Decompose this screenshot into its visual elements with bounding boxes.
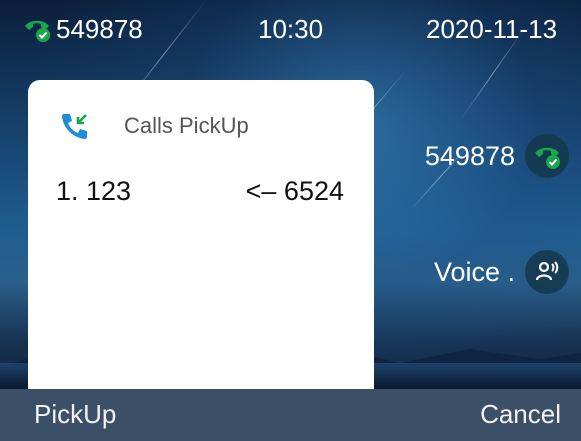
status-extension: 549878 xyxy=(22,14,143,44)
extension-number: 549878 xyxy=(56,14,143,44)
registered-phone-icon xyxy=(25,20,50,42)
popup-header: Calls PickUp xyxy=(58,110,249,142)
line-key-icon-circle xyxy=(525,134,569,178)
date: 2020-11-13 xyxy=(426,14,558,44)
clock: 10:30 xyxy=(258,14,324,44)
line-key-549878[interactable]: 549878 xyxy=(425,134,569,178)
call-list-item[interactable]: 1. 123 <– 6524 xyxy=(56,176,344,207)
line-key-voice[interactable]: Voice . xyxy=(434,250,569,294)
line-key-icon-circle xyxy=(525,250,569,294)
pickup-softkey[interactable]: PickUp xyxy=(34,399,116,430)
cancel-softkey[interactable]: Cancel xyxy=(480,399,561,430)
phone-screen: 549878 10:30 2020-11-13 549878 Voice . C… xyxy=(0,0,581,441)
calls-pickup-popup: Calls PickUp 1. 123 <– 6524 xyxy=(28,80,374,391)
call-entry: 1. 123 xyxy=(56,176,132,206)
phone-registered-icon xyxy=(535,147,560,169)
popup-title: Calls PickUp xyxy=(124,113,249,138)
voice-user-icon xyxy=(535,261,559,281)
incoming-call-icon xyxy=(62,114,87,139)
call-from: <– 6524 xyxy=(245,176,344,206)
softkey-bar: PickUp Cancel xyxy=(0,389,581,441)
line-key-label: 549878 xyxy=(424,140,515,171)
line-key-label: Voice . xyxy=(433,256,515,287)
status-bar: 549878 10:30 2020-11-13 xyxy=(0,0,581,70)
